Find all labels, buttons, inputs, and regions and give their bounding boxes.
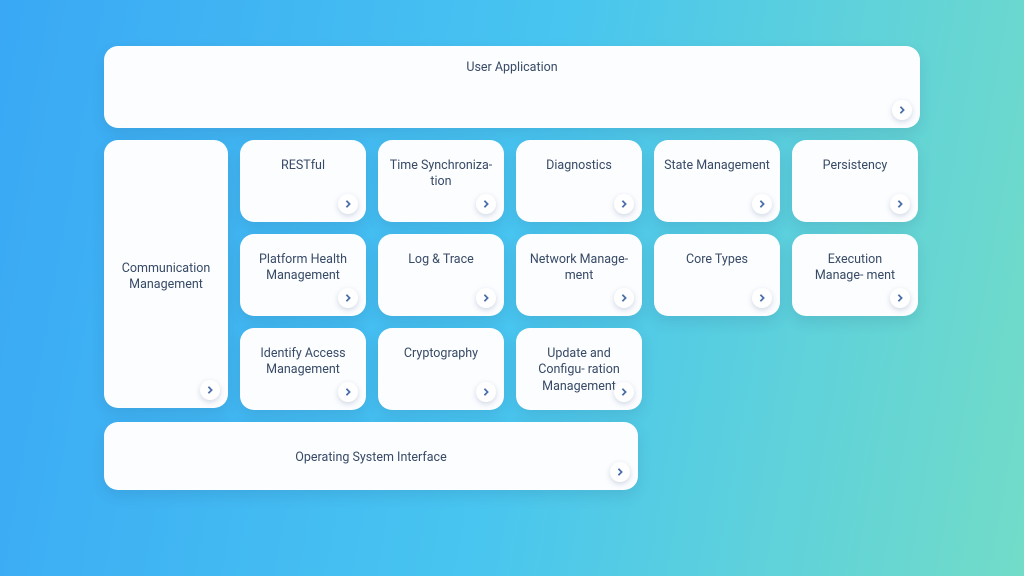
chevron-right-icon[interactable] [890, 194, 910, 214]
chevron-right-icon[interactable] [338, 288, 358, 308]
card-label: Time Synchroniza- tion [388, 158, 494, 191]
card-identify-access-management[interactable]: Identify Access Management [240, 328, 366, 410]
card-platform-health-management[interactable]: Platform Health Management [240, 234, 366, 316]
card-persistency[interactable]: Persistency [792, 140, 918, 222]
card-label: Log & Trace [408, 252, 474, 268]
chevron-right-icon[interactable] [338, 194, 358, 214]
card-restful[interactable]: RESTful [240, 140, 366, 222]
card-label: Platform Health Management [250, 252, 356, 285]
chevron-right-icon[interactable] [476, 382, 496, 402]
chevron-right-icon[interactable] [892, 100, 912, 120]
chevron-right-icon[interactable] [752, 194, 772, 214]
card-label: State Management [664, 158, 770, 174]
card-operating-system-interface[interactable]: Operating System Interface [104, 422, 638, 490]
chevron-right-icon[interactable] [752, 288, 772, 308]
chevron-right-icon[interactable] [890, 288, 910, 308]
chevron-right-icon[interactable] [614, 194, 634, 214]
chevron-right-icon[interactable] [338, 382, 358, 402]
card-label: Identify Access Management [250, 346, 356, 379]
card-label: Network Manage- ment [526, 252, 632, 285]
diagram-container: User Application Communication Managemen… [104, 46, 920, 490]
card-label: Core Types [686, 252, 748, 268]
chevron-right-icon[interactable] [610, 462, 630, 482]
chevron-right-icon[interactable] [476, 288, 496, 308]
module-grid: RESTful Time Synchroniza- tion Diagnosti… [240, 140, 920, 410]
card-network-management[interactable]: Network Manage- ment [516, 234, 642, 316]
card-time-synchronization[interactable]: Time Synchroniza- tion [378, 140, 504, 222]
card-label: Operating System Interface [295, 450, 446, 466]
card-label: Execution Manage- ment [802, 252, 908, 285]
card-communication-management[interactable]: Communication Management [104, 140, 228, 408]
card-execution-management[interactable]: Execution Manage- ment [792, 234, 918, 316]
chevron-right-icon[interactable] [200, 380, 220, 400]
card-label: Cryptography [404, 346, 478, 362]
card-label: Persistency [823, 158, 888, 174]
card-update-configuration-management[interactable]: Update and Configu- ration Management [516, 328, 642, 410]
chevron-right-icon[interactable] [614, 382, 634, 402]
card-diagnostics[interactable]: Diagnostics [516, 140, 642, 222]
middle-area: Communication Management RESTful Time Sy… [104, 140, 920, 410]
card-label: User Application [466, 60, 557, 76]
chevron-right-icon[interactable] [614, 288, 634, 308]
card-state-management[interactable]: State Management [654, 140, 780, 222]
card-core-types[interactable]: Core Types [654, 234, 780, 316]
card-cryptography[interactable]: Cryptography [378, 328, 504, 410]
card-label: Diagnostics [546, 158, 612, 174]
card-log-trace[interactable]: Log & Trace [378, 234, 504, 316]
card-user-application[interactable]: User Application [104, 46, 920, 128]
card-label: Communication Management [114, 261, 218, 294]
chevron-right-icon[interactable] [476, 194, 496, 214]
card-label: RESTful [281, 158, 325, 174]
